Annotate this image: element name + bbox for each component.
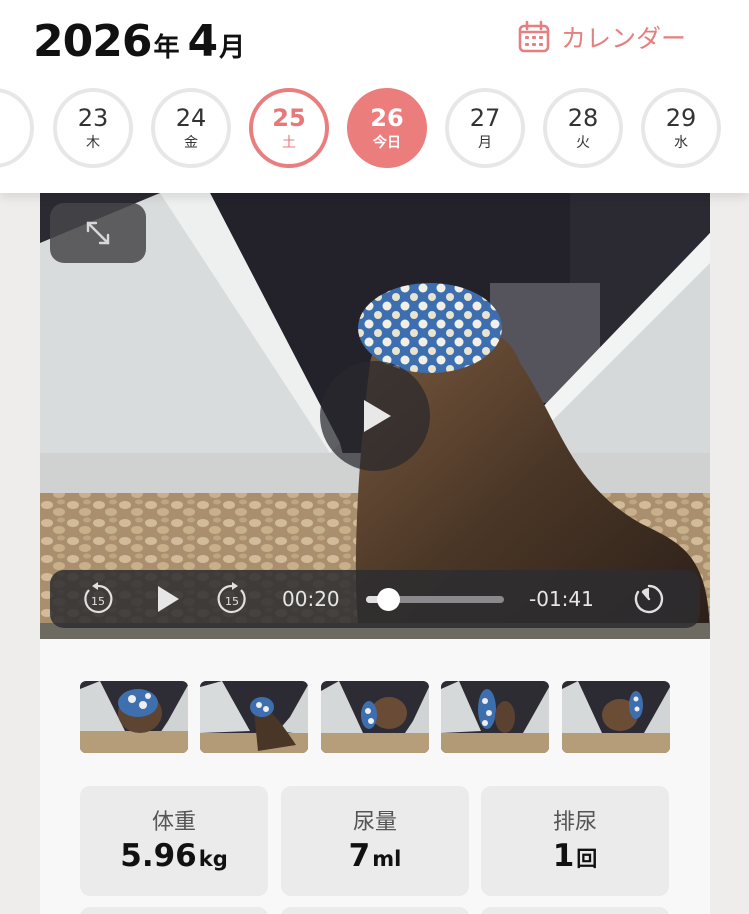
page-title: 2026年 4月 <box>33 16 253 67</box>
thumbnail-image <box>562 681 670 753</box>
info-card: 体重 5.96kg 尿量 7ml 排尿 1回 <box>40 639 710 914</box>
remaining-time: -01:41 <box>529 587 594 611</box>
thumbnail-image <box>200 681 308 753</box>
day-weekday: 水 <box>674 135 688 151</box>
expand-icon <box>86 221 110 245</box>
svg-text:15: 15 <box>91 595 105 608</box>
day-28[interactable]: 28 火 <box>543 88 623 168</box>
stat-urine-volume: 尿量 7ml <box>281 786 469 896</box>
calendar-label: カレンダー <box>561 24 687 53</box>
day-26-today[interactable]: 26 今日 <box>347 88 427 168</box>
play-button[interactable] <box>150 580 186 618</box>
stat-card-partial <box>80 907 268 914</box>
year-unit: 年 <box>153 33 180 63</box>
calendar-button[interactable]: カレンダー <box>517 19 686 55</box>
stat-value: 1回 <box>552 838 598 874</box>
stat-value: 5.96kg <box>120 838 228 874</box>
calendar-icon <box>518 20 550 53</box>
seek-handle[interactable] <box>377 588 401 611</box>
center-play-button[interactable] <box>320 361 430 471</box>
speed-icon <box>634 584 664 614</box>
seek-slider[interactable] <box>366 588 504 611</box>
playback-speed-button[interactable] <box>630 580 668 618</box>
day-weekday: 今日 <box>373 135 401 151</box>
day-number: 24 <box>175 104 207 132</box>
day-weekday: 土 <box>282 135 296 151</box>
day-29[interactable]: 29 水 <box>641 88 721 168</box>
day-27[interactable]: 27 月 <box>445 88 525 168</box>
day-weekday: 月 <box>478 135 492 151</box>
day-23[interactable]: 23 木 <box>53 88 133 168</box>
thumbnail-image <box>441 681 549 753</box>
stat-label: 尿量 <box>352 810 397 835</box>
day-number: 25 <box>272 104 306 132</box>
stat-label: 体重 <box>151 810 196 835</box>
video-player[interactable]: 15 15 00:20 -01:41 <box>40 193 710 639</box>
fullscreen-button[interactable] <box>50 203 146 263</box>
day-number: 28 <box>567 104 599 132</box>
year-value: 2026 <box>33 16 152 67</box>
thumbnail-4[interactable] <box>441 681 549 753</box>
play-icon <box>158 586 179 612</box>
day-25-selected[interactable]: 25 土 <box>249 88 329 168</box>
thumbnail-3[interactable] <box>321 681 429 753</box>
day-number: 23 <box>77 104 109 132</box>
month-value: 4 <box>187 16 218 67</box>
day-weekday: 火 <box>576 135 590 151</box>
playback-controls: 15 15 00:20 -01:41 <box>50 570 700 628</box>
day-partial[interactable] <box>0 88 34 168</box>
thumbnail-2[interactable] <box>200 681 308 753</box>
play-icon <box>364 400 391 432</box>
day-strip: 23 木 24 金 25 土 26 今日 27 月 28 火 29 水 <box>0 88 749 172</box>
thumbnail-image <box>80 681 188 753</box>
date-header: 2026年 4月 カレンダー 23 木 24 金 25 土 26 今日 27 月… <box>0 0 749 193</box>
stat-weight: 体重 5.96kg <box>80 786 268 896</box>
forward-15-icon: 15 <box>217 582 246 614</box>
day-weekday: 木 <box>86 135 100 151</box>
day-number: 29 <box>665 104 697 132</box>
svg-text:15: 15 <box>225 595 239 608</box>
stat-value: 7ml <box>348 838 402 874</box>
day-24[interactable]: 24 金 <box>151 88 231 168</box>
month-unit: 月 <box>219 33 246 63</box>
skip-back-button[interactable]: 15 <box>78 580 118 618</box>
skip-forward-button[interactable]: 15 <box>212 580 252 618</box>
thumbnail-5[interactable] <box>562 681 670 753</box>
stat-urination-count: 排尿 1回 <box>481 786 669 896</box>
elapsed-time: 00:20 <box>282 587 340 611</box>
stat-label: 排尿 <box>552 810 597 835</box>
stat-card-partial <box>481 907 669 914</box>
stat-card-partial <box>281 907 469 914</box>
day-weekday: 金 <box>184 135 198 151</box>
day-number: 27 <box>469 104 501 132</box>
rewind-15-icon: 15 <box>84 582 113 614</box>
thumbnail-image <box>321 681 429 753</box>
day-number: 26 <box>370 104 404 132</box>
thumbnail-1[interactable] <box>80 681 188 753</box>
